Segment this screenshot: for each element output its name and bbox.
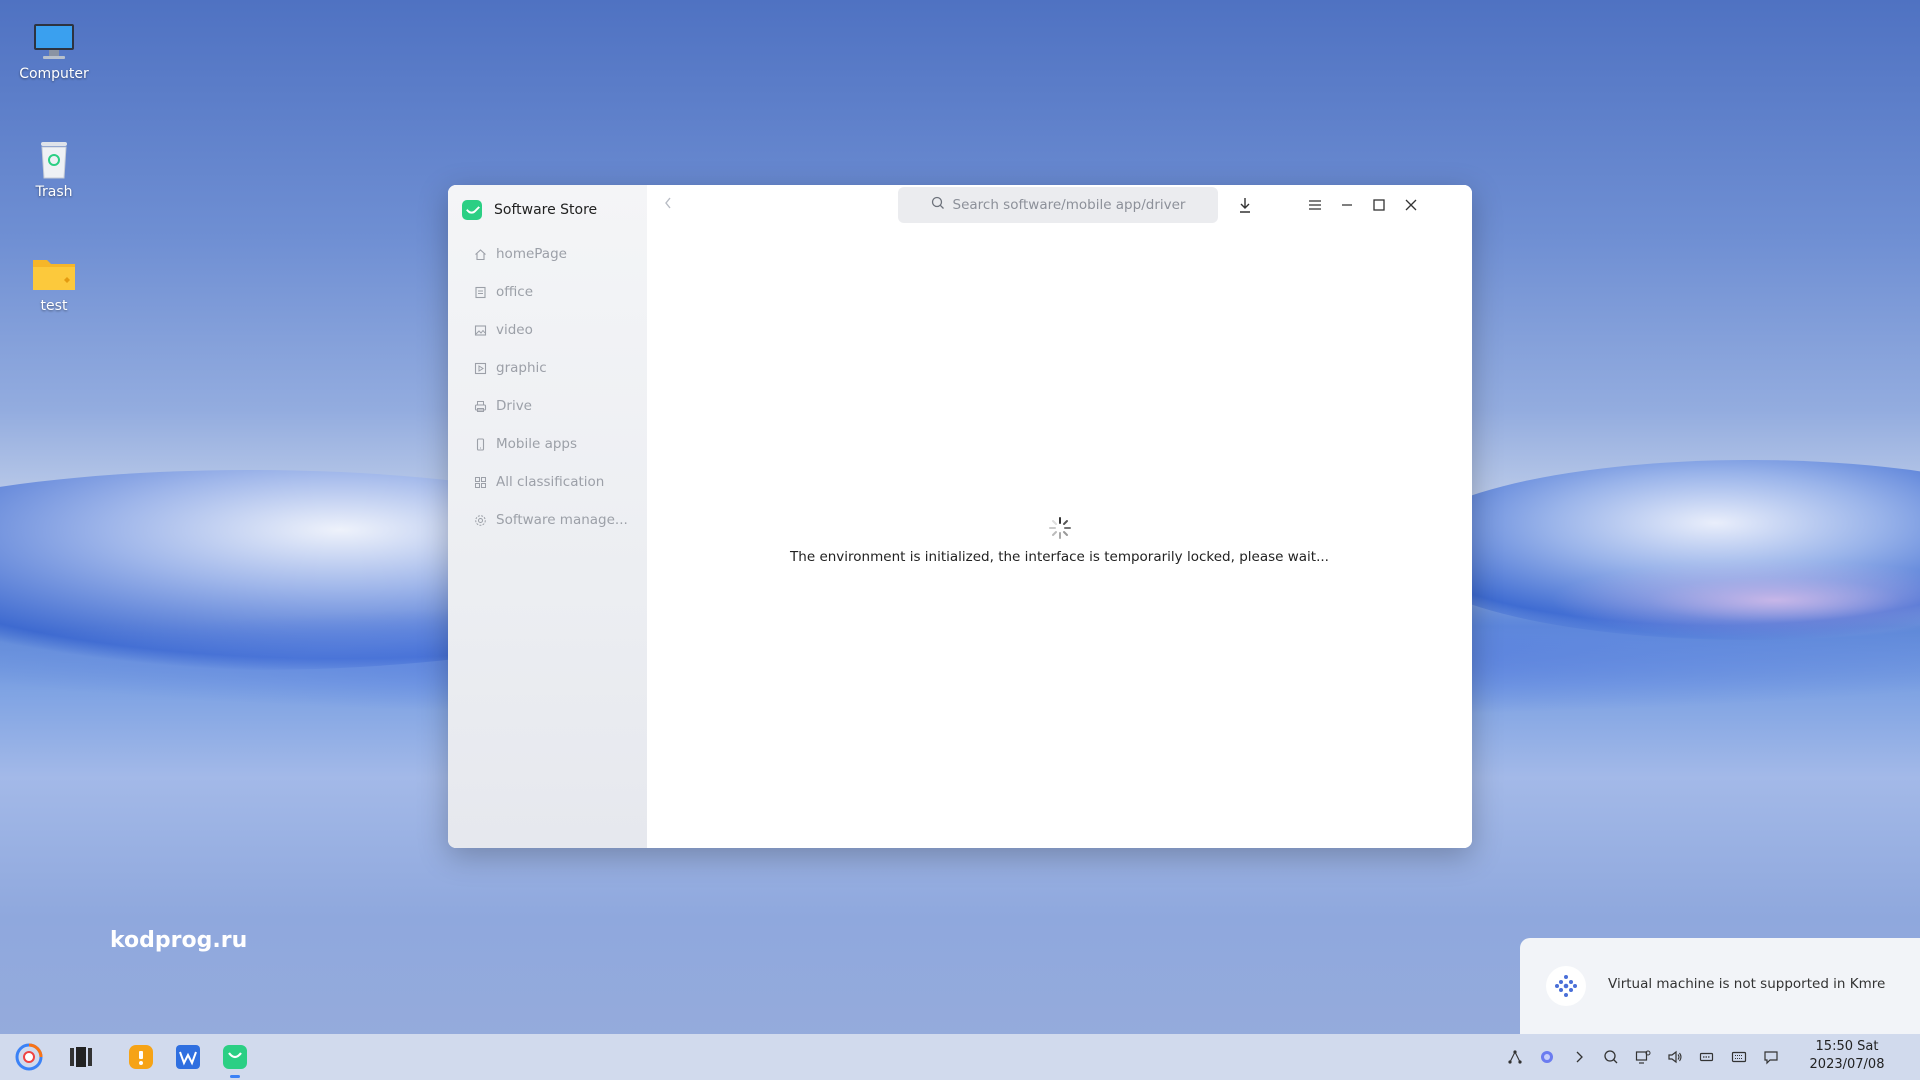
software-store-taskbar-button[interactable] xyxy=(220,1042,250,1072)
app-header: Software Store xyxy=(462,195,597,225)
sidebar-item-homepage[interactable]: homePage xyxy=(474,241,634,267)
file-manager-icon xyxy=(129,1045,153,1069)
sidebar-item-label: video xyxy=(496,322,533,338)
start-menu-button[interactable] xyxy=(14,1042,44,1072)
loading-message: The environment is initialized, the inte… xyxy=(790,549,1329,565)
watermark-text: kodprog.ru xyxy=(110,928,248,953)
close-icon xyxy=(1405,199,1417,211)
volume-tray-button[interactable] xyxy=(1665,1047,1685,1067)
close-button[interactable] xyxy=(1399,193,1423,217)
expand-tray-icon xyxy=(1576,1051,1583,1063)
image-icon xyxy=(474,324,487,337)
maximize-icon xyxy=(1373,199,1385,211)
notification-toast[interactable]: Virtual machine is not supported in Kmre xyxy=(1520,938,1920,1034)
multitask-view-icon xyxy=(70,1047,92,1067)
phone-icon xyxy=(474,437,487,451)
assistant-tray-button[interactable] xyxy=(1537,1047,1557,1067)
volume-icon xyxy=(1668,1050,1682,1064)
hamburger-menu-icon xyxy=(1309,200,1321,210)
play-icon xyxy=(474,362,487,375)
download-icon xyxy=(1240,198,1250,213)
chevron-left-icon xyxy=(665,197,671,209)
active-app-indicator xyxy=(230,1075,240,1078)
sidebar-item-label: homePage xyxy=(496,246,567,262)
gear-icon xyxy=(474,514,487,527)
app-title: Software Store xyxy=(494,202,598,218)
sidebar-item-label: Mobile apps xyxy=(496,436,578,452)
display-icon xyxy=(1635,1050,1651,1064)
desktop-icon-label: Computer xyxy=(19,66,89,82)
search-icon xyxy=(931,196,945,214)
sidebar-item-drive[interactable]: Drive xyxy=(474,393,634,419)
document-icon xyxy=(474,286,487,299)
software-store-icon xyxy=(223,1045,247,1069)
minimize-button[interactable] xyxy=(1335,193,1359,217)
keyboard-icon xyxy=(1731,1051,1747,1063)
sidebar: Software Store homePage office video gra… xyxy=(448,185,647,848)
display-tray-button[interactable] xyxy=(1633,1047,1653,1067)
search-input[interactable]: Search software/mobile app/driver xyxy=(898,187,1218,223)
sidebar-item-all-classification[interactable]: All classification xyxy=(474,469,634,495)
wps-button[interactable] xyxy=(173,1042,203,1072)
trash-icon xyxy=(34,138,74,180)
kmre-icon xyxy=(1546,966,1586,1006)
assistant-icon xyxy=(1541,1051,1553,1063)
folder-icon xyxy=(31,254,77,294)
desktop-icon-label: test xyxy=(40,298,68,314)
sidebar-item-office[interactable]: office xyxy=(474,279,634,305)
computer-icon xyxy=(32,22,76,62)
sidebar-item-label: graphic xyxy=(496,360,547,376)
grid-icon xyxy=(474,476,487,489)
start-menu-icon xyxy=(15,1043,43,1071)
file-manager-button[interactable] xyxy=(126,1042,156,1072)
clock[interactable]: 15:50 Sat 2023/07/08 xyxy=(1792,1038,1902,1074)
clock-time: 15:50 Sat xyxy=(1815,1039,1879,1054)
sidebar-item-label: office xyxy=(496,284,534,300)
desktop-icon-test[interactable]: test xyxy=(9,254,99,314)
home-icon xyxy=(474,248,487,261)
network-tray-button[interactable] xyxy=(1505,1047,1525,1067)
clock-date: 2023/07/08 xyxy=(1809,1057,1885,1072)
search-icon xyxy=(1604,1050,1618,1064)
menu-button[interactable] xyxy=(1303,193,1327,217)
keyboard-tray-button[interactable] xyxy=(1729,1047,1749,1067)
main-content: Search software/mobile app/driver The en… xyxy=(647,185,1472,848)
sidebar-item-software-manage[interactable]: Software manage... xyxy=(474,507,634,533)
software-store-logo-icon xyxy=(462,200,482,220)
taskbar: 15:50 Sat 2023/07/08 xyxy=(0,1034,1920,1080)
expand-tray-button[interactable] xyxy=(1569,1047,1589,1067)
search-tray-button[interactable] xyxy=(1601,1047,1621,1067)
sidebar-item-mobile-apps[interactable]: Mobile apps xyxy=(474,431,634,457)
minimize-icon xyxy=(1342,204,1352,206)
desktop-icon-trash[interactable]: Trash xyxy=(9,138,99,200)
desktop-icon-computer[interactable]: Computer xyxy=(9,22,99,82)
sidebar-item-label: Drive xyxy=(496,398,532,414)
multitask-view-button[interactable] xyxy=(66,1042,96,1072)
network-icon xyxy=(1508,1050,1522,1064)
sidebar-item-label: All classification xyxy=(496,474,605,490)
desktop: Computer Trash test kodprog.ru Software … xyxy=(0,0,1920,1080)
wps-icon xyxy=(176,1045,200,1069)
maximize-button[interactable] xyxy=(1367,193,1391,217)
battery-icon xyxy=(1699,1052,1714,1062)
download-button[interactable] xyxy=(1233,193,1257,217)
printer-icon xyxy=(474,400,487,413)
sidebar-item-graphic[interactable]: graphic xyxy=(474,355,634,381)
notification-center-icon xyxy=(1764,1051,1778,1065)
battery-tray-button[interactable] xyxy=(1697,1047,1717,1067)
sidebar-item-label: Software manage... xyxy=(496,512,628,528)
notification-center-tray-button[interactable] xyxy=(1761,1047,1781,1067)
software-store-window: Software Store homePage office video gra… xyxy=(448,185,1472,848)
notification-text: Virtual machine is not supported in Kmre xyxy=(1608,976,1886,992)
search-placeholder: Search software/mobile app/driver xyxy=(952,197,1186,213)
desktop-icon-label: Trash xyxy=(35,184,73,200)
sidebar-item-video[interactable]: video xyxy=(474,317,634,343)
loading-spinner-icon xyxy=(1047,515,1073,541)
back-button[interactable] xyxy=(663,195,673,214)
